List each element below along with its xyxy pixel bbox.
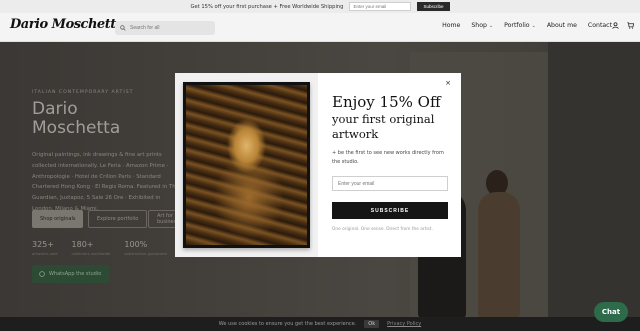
hero-description: Original paintings, ink drawings & fine … bbox=[32, 152, 179, 212]
modal-subtitle: your first original artwork bbox=[332, 112, 435, 141]
cookie-text: We use cookies to ensure you get the bes… bbox=[218, 321, 357, 327]
nav-portfolio-label: Portfolio bbox=[504, 22, 530, 29]
art-for-business-button[interactable]: Art for business bbox=[148, 210, 178, 228]
modal-title: Enjoy 15% Off bbox=[332, 93, 441, 111]
close-icon[interactable]: × bbox=[445, 79, 451, 87]
cookie-bar: We use cookies to ensure you get the bes… bbox=[0, 317, 640, 331]
modal-artwork bbox=[175, 73, 318, 257]
stat-label: collectors worldwide bbox=[71, 251, 111, 256]
whatsapp-icon bbox=[39, 271, 45, 277]
announcement-email-input[interactable] bbox=[349, 2, 412, 11]
hero-tagline: ITALIAN CONTEMPORARY ARTIST bbox=[32, 90, 134, 95]
nav-shop[interactable]: Shop ⌄ bbox=[471, 22, 493, 29]
privacy-policy-link[interactable]: Privacy Policy bbox=[387, 321, 421, 327]
explore-portfolio-button[interactable]: Explore portfolio bbox=[88, 210, 148, 228]
nav-portfolio[interactable]: Portfolio ⌄ bbox=[504, 22, 536, 29]
modal-content: × Enjoy 15% Off your first original artw… bbox=[318, 73, 461, 257]
header-icons bbox=[612, 22, 634, 29]
newsletter-modal: × Enjoy 15% Off your first original artw… bbox=[175, 73, 461, 257]
stat-item: 325+ artworks sold bbox=[32, 240, 58, 256]
hero-stats: 325+ artworks sold 180+ collectors world… bbox=[32, 240, 167, 256]
search-box[interactable] bbox=[115, 21, 215, 35]
modal-note: One original. One sense. Direct from the… bbox=[332, 227, 433, 232]
modal-subscribe-button[interactable]: SUBSCRIBE bbox=[332, 202, 448, 219]
modal-description: + be the first to see new works directly… bbox=[332, 150, 444, 165]
stat-number: 180+ bbox=[71, 240, 94, 249]
site-logo[interactable]: Dario Moschetta bbox=[10, 17, 124, 32]
cart-icon[interactable] bbox=[627, 22, 634, 29]
chevron-down-icon: ⌄ bbox=[531, 23, 536, 29]
hero-title: Dario Moschetta bbox=[32, 100, 182, 138]
stat-label: satisfaction guarantee bbox=[124, 251, 168, 256]
stat-number: 325+ bbox=[32, 240, 54, 249]
nav-home[interactable]: Home bbox=[442, 22, 460, 29]
search-icon bbox=[120, 25, 126, 31]
hero-title-line2: Moschetta bbox=[32, 118, 121, 138]
nav-contact[interactable]: Contact bbox=[588, 22, 612, 29]
whatsapp-label: WhatsApp the studio bbox=[49, 271, 102, 277]
announcement-text: Get 15% off your first purchase + Free W… bbox=[190, 3, 344, 10]
chevron-down-icon: ⌄ bbox=[488, 23, 494, 29]
stat-item: 180+ collectors worldwide bbox=[72, 240, 111, 256]
stat-item: 100% satisfaction guarantee bbox=[124, 240, 167, 256]
nav-about[interactable]: About me bbox=[547, 22, 577, 29]
main-nav: Home Shop ⌄ Portfolio ⌄ About me Contact bbox=[442, 22, 612, 29]
chat-button[interactable]: Chat bbox=[594, 302, 628, 322]
gallery-window bbox=[548, 42, 640, 317]
stat-number: 100% bbox=[124, 240, 148, 249]
modal-email-input[interactable] bbox=[332, 176, 448, 191]
announcement-subscribe-button[interactable]: Subscribe bbox=[417, 2, 450, 11]
shop-originals-button[interactable]: Shop originals bbox=[32, 210, 84, 228]
cookie-ok-button[interactable]: Ok bbox=[364, 320, 380, 328]
search-input[interactable] bbox=[130, 25, 210, 31]
announcement-bar: Get 15% off your first purchase + Free W… bbox=[0, 0, 640, 13]
nav-shop-label: Shop bbox=[471, 22, 487, 29]
hero-title-line1: Dario bbox=[32, 99, 78, 119]
stat-label: artworks sold bbox=[32, 251, 58, 256]
visitor-figure bbox=[478, 192, 520, 318]
whatsapp-button[interactable]: WhatsApp the studio bbox=[32, 265, 110, 283]
artwork-painting bbox=[186, 85, 307, 245]
site-header: Dario Moschetta Home Shop⌄ Portfolio⌄ Ab… bbox=[0, 13, 640, 42]
artwork-frame bbox=[183, 82, 310, 248]
user-icon[interactable] bbox=[612, 22, 619, 29]
